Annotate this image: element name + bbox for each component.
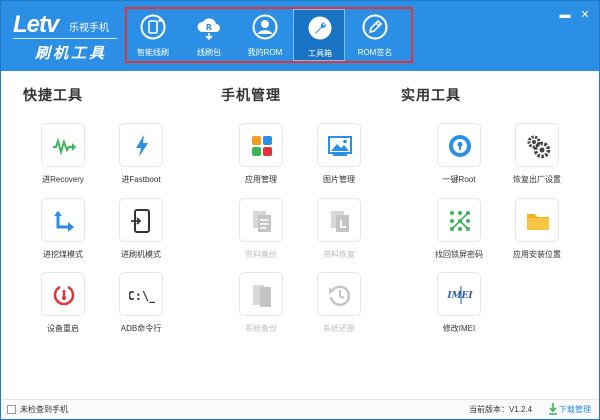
tool-download-mode[interactable]: [41, 198, 85, 242]
nav-toolbox[interactable]: 工具箱: [293, 9, 345, 61]
tool-label: 系统还原: [323, 324, 355, 333]
logo-brand-sub: 乐视手机: [69, 23, 109, 34]
cloud-download-icon: R: [197, 18, 220, 40]
tool-recover-lock-password[interactable]: [437, 198, 481, 242]
doc-restore-icon: [331, 211, 349, 232]
section-title-phone-management: 手机管理: [221, 87, 281, 103]
user-icon: [252, 14, 278, 40]
tool-label: 系统备份: [245, 324, 277, 333]
tool-adb-shell[interactable]: C:\_: [119, 272, 163, 316]
tool-label: 资料备份: [245, 250, 277, 259]
tool-modify-imei[interactable]: IMEI: [437, 272, 481, 316]
status-bar: 未检查到手机 当前版本：V1.2.4 下载管理: [1, 399, 599, 419]
pattern-lock-icon: [450, 211, 470, 231]
tool-label: 图片管理: [323, 175, 355, 184]
terminal-icon: C:\_: [129, 289, 155, 304]
tool-image-manager[interactable]: [317, 123, 361, 167]
section-title-quick-tools: 快捷工具: [23, 87, 83, 103]
nav-label: 线刷包: [197, 48, 221, 57]
tool-flash-mode[interactable]: [119, 198, 163, 242]
tool-factory-reset[interactable]: [515, 123, 559, 167]
tool-label: 设备重启: [47, 324, 79, 333]
tool-system-backup[interactable]: [239, 272, 283, 316]
nav-label: ROM签名: [357, 48, 393, 57]
section-title-utilities: 实用工具: [401, 87, 461, 103]
nav-flash-package[interactable]: R 线刷包: [183, 9, 235, 61]
svg-text:C:\_: C:\_: [129, 289, 155, 304]
tool-fastboot[interactable]: [119, 123, 163, 167]
logo-divider: [13, 38, 117, 39]
tool-recovery[interactable]: [41, 123, 85, 167]
tool-data-backup[interactable]: [239, 198, 283, 242]
tool-label: ADB命令行: [120, 324, 162, 333]
device-status-checkbox[interactable]: [7, 405, 16, 414]
minimize-button[interactable]: ▬: [559, 9, 571, 21]
arrow-bend-icon: [54, 211, 74, 232]
main-nav: 智能线刷 R 线刷包 我的ROM 工具箱 ROM签名: [125, 7, 413, 63]
phone-flash-icon: [131, 209, 150, 233]
close-button[interactable]: ✕: [579, 9, 591, 21]
tool-label: 找回锁屏密码: [435, 250, 483, 259]
system-restore-icon: [329, 285, 351, 306]
tool-label: 恢复出厂设置: [513, 175, 561, 184]
tool-label: 进Recovery: [42, 175, 84, 184]
restart-icon: [53, 285, 75, 306]
svg-text:R: R: [206, 23, 212, 32]
lock-root-icon: [449, 135, 471, 157]
tool-data-restore[interactable]: [317, 198, 361, 242]
doc-backup-icon: [253, 211, 271, 232]
tool-label: 资料恢复: [323, 250, 355, 259]
system-backup-icon: [253, 285, 271, 307]
tool-reboot[interactable]: [41, 272, 85, 316]
image-icon: [328, 136, 352, 156]
apps-grid-icon: [252, 136, 272, 156]
lightning-icon: [136, 135, 148, 157]
download-arrow-icon: [549, 403, 557, 415]
wrench-icon: [308, 16, 332, 40]
tool-one-click-root[interactable]: [437, 123, 481, 167]
nav-my-rom[interactable]: 我的ROM: [239, 9, 291, 61]
tool-label: 修改IMEI: [442, 324, 476, 333]
tool-label: 进挖煤模式: [43, 250, 83, 259]
nav-label: 我的ROM: [247, 48, 283, 57]
imei-icon: IMEI: [447, 286, 473, 304]
tool-label: 应用管理: [245, 175, 277, 184]
nav-label: 智能线刷: [137, 48, 169, 57]
pen-sign-icon: [362, 14, 388, 40]
tool-label: 一键Root: [442, 175, 476, 184]
gears-icon: [527, 135, 551, 159]
app-title: 刷机工具: [35, 45, 108, 62]
version-label: 当前版本：V1.2.4: [469, 405, 533, 414]
tool-label: 应用安装位置: [513, 250, 561, 259]
tool-label: 进Fastboot: [121, 175, 161, 184]
tool-system-restore[interactable]: [317, 272, 361, 316]
tool-label: 进刷机模式: [121, 250, 161, 259]
logo-brand: Letv: [13, 11, 59, 38]
svg-text:IMEI: IMEI: [447, 291, 473, 301]
app-logo: Letv 乐视手机 刷机工具: [9, 7, 119, 63]
app-window: Letv 乐视手机 刷机工具 智能线刷 R 线刷包 我的ROM 工具箱 ROM签…: [0, 0, 600, 420]
nav-rom-sign[interactable]: ROM签名: [349, 9, 401, 61]
download-manager-label: 下载管理: [559, 405, 591, 414]
nav-smart-flash[interactable]: 智能线刷: [127, 9, 179, 61]
phone-refresh-icon: [140, 14, 166, 40]
recovery-icon: [53, 137, 76, 156]
nav-label: 工具箱: [308, 49, 332, 58]
header-bar: Letv 乐视手机 刷机工具 智能线刷 R 线刷包 我的ROM 工具箱 ROM签…: [1, 1, 599, 71]
device-status-text: 未检查到手机: [20, 405, 68, 414]
tool-app-manager[interactable]: [239, 123, 283, 167]
tool-app-install-location[interactable]: [515, 198, 559, 242]
folder-icon: [527, 214, 549, 230]
